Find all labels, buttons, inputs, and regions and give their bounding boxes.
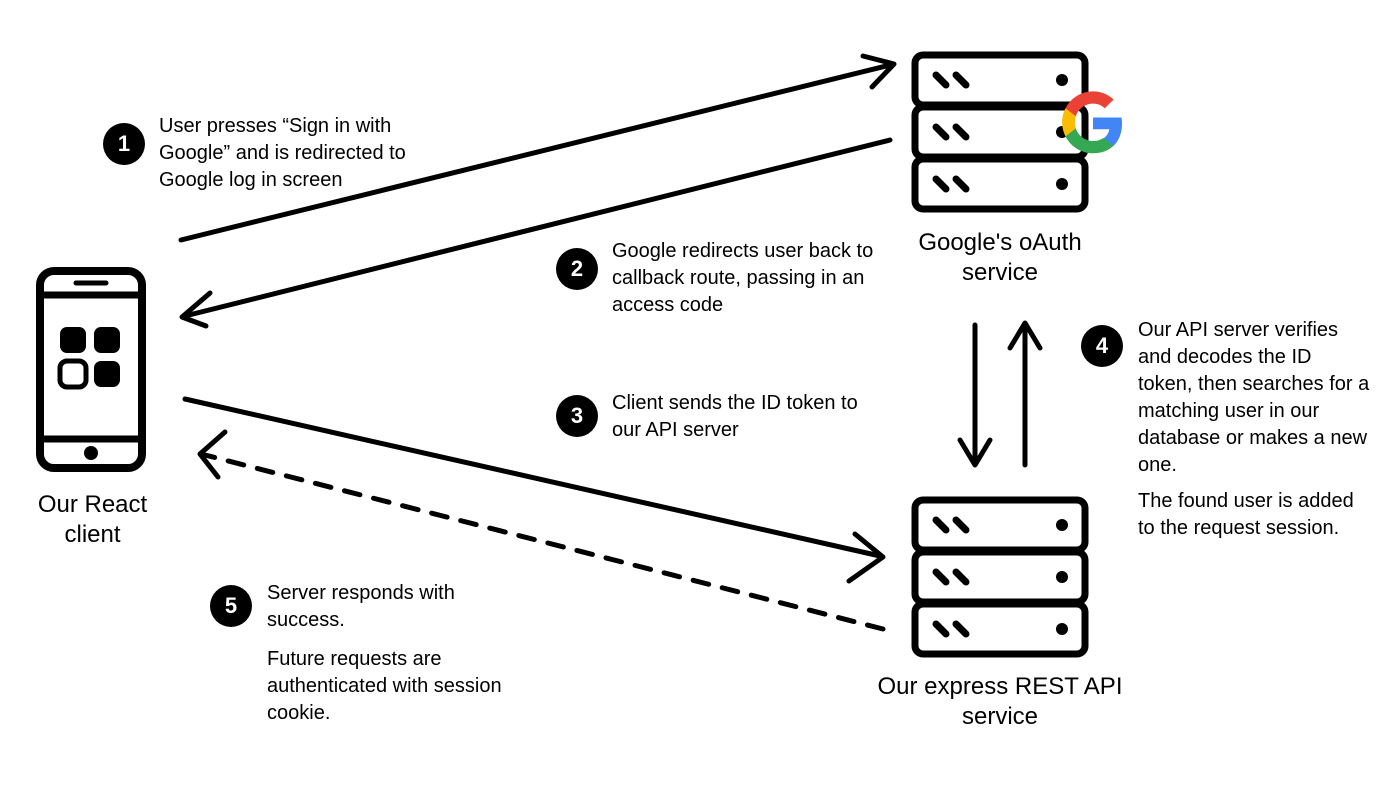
google-label: Google's oAuth service [905,228,1095,288]
client-label: Our React client [10,490,175,550]
arrow-step-4-up [1010,323,1040,465]
step-5-text-a: Server responds with success. [267,580,507,634]
step-1-badge: 1 [103,123,145,165]
step-4-text-b: The found user is added to the request s… [1138,488,1370,542]
step-2-badge: 2 [556,248,598,290]
step-2-text: Google redirects user back to callback r… [612,238,887,319]
server-icon [910,495,1090,660]
diagram-canvas: Our React client [0,0,1400,788]
api-node [910,495,1090,660]
step-5-badge: 5 [210,585,252,627]
arrow-step-4-down [960,325,990,465]
google-g-icon [1060,90,1126,156]
step-5-text-b: Future requests are authenticated with s… [267,646,517,727]
client-node [36,267,146,472]
step-4-text-a: Our API server verifies and decodes the … [1138,317,1370,479]
phone-icon [36,267,146,472]
step-4-badge: 4 [1081,325,1123,367]
google-node [910,50,1090,215]
api-label: Our express REST API service [870,672,1130,732]
step-3-badge: 3 [556,395,598,437]
step-1-text: User presses “Sign in with Google” and i… [159,113,419,194]
step-3-text: Client sends the ID token to our API ser… [612,390,882,444]
